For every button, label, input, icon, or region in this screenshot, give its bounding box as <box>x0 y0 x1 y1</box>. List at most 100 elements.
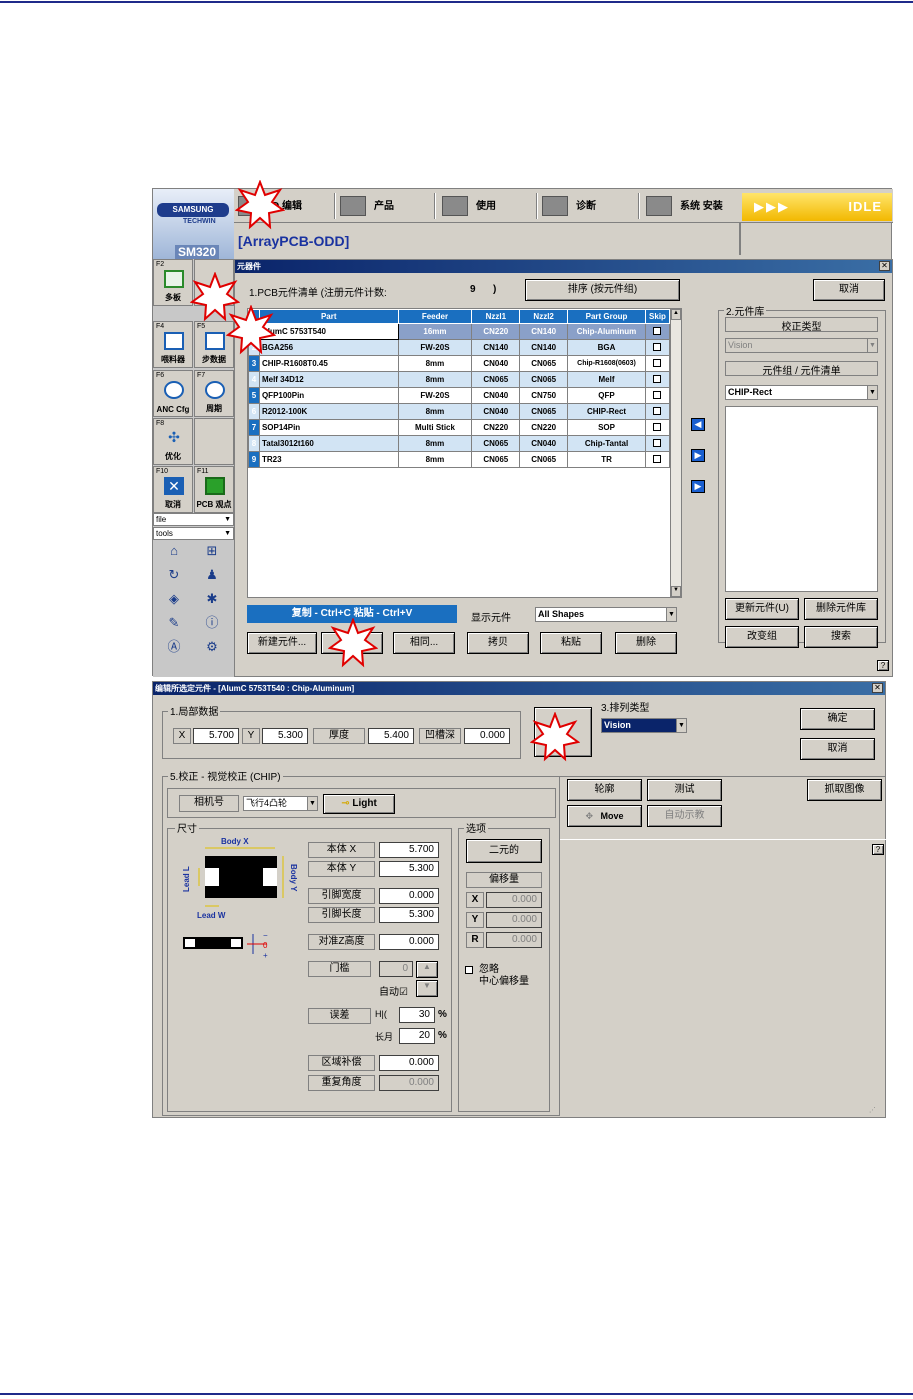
skip-checkbox[interactable] <box>653 454 662 463</box>
delete-button[interactable]: 删除 <box>615 632 677 654</box>
table-row[interactable]: 4 Melf 34D12 8mm CN065 CN065 Melf <box>248 371 671 388</box>
area-comp-field[interactable]: 0.000 <box>379 1055 439 1071</box>
error-length-field[interactable]: 20 <box>399 1028 435 1044</box>
close-icon[interactable]: ✕ <box>872 683 883 693</box>
camera-label: 相机号 <box>179 795 239 812</box>
pencil-icon[interactable]: ✎ <box>165 615 183 631</box>
table-row[interactable]: 2 BGA256 FW-20S CN140 CN140 BGA <box>248 339 671 356</box>
skip-checkbox[interactable] <box>653 326 662 335</box>
column-part-group[interactable]: Part Group <box>567 309 646 324</box>
column-nozzle2[interactable]: Nzzl2 <box>519 309 569 324</box>
camera-select[interactable]: 飞行4凸轮 ▼ <box>243 796 318 811</box>
groove-depth-field[interactable]: 0.000 <box>464 728 510 744</box>
skip-checkbox[interactable] <box>653 374 662 383</box>
target-icon[interactable]: ⊞ <box>203 543 221 559</box>
help-icon[interactable]: ? <box>872 844 884 855</box>
scroll-down-icon[interactable]: ▼ <box>671 586 681 597</box>
multiboard-icon <box>164 270 184 288</box>
column-feeder[interactable]: Feeder <box>397 309 473 324</box>
info-icon[interactable]: ⓘ <box>203 615 221 631</box>
toolbar-product[interactable]: 产品 <box>340 193 394 221</box>
binary-button[interactable]: 二元的 <box>466 839 542 863</box>
auto-demo-button: 自动示教 <box>647 805 722 827</box>
toolbar-diagnose[interactable]: 诊断 <box>542 193 596 221</box>
search-button[interactable]: 搜索 <box>804 626 878 648</box>
sort-type-select[interactable]: Vision ▼ <box>601 718 687 733</box>
table-row[interactable]: 5 QFP100Pin FW-20S CN040 CN750 QFP <box>248 387 671 404</box>
group-select[interactable]: CHIP-Rect ▼ <box>725 385 878 400</box>
align-z-height-field[interactable]: 0.000 <box>379 934 439 950</box>
ignore-center-offset-checkbox[interactable] <box>465 966 473 974</box>
error-width-field[interactable]: 30 <box>399 1007 435 1023</box>
table-row[interactable]: 9 TR23 8mm CN065 CN065 TR <box>248 451 671 468</box>
fkey-f11-pcb-view[interactable]: F11 PCB 观点 <box>194 466 234 513</box>
library-part-list[interactable] <box>725 406 878 592</box>
table-row[interactable]: 6 R2012-100K 8mm CN040 CN065 CHIP-Rect <box>248 403 671 420</box>
column-skip[interactable]: Skip <box>644 309 671 324</box>
close-icon[interactable]: ✕ <box>879 261 890 271</box>
skip-checkbox[interactable] <box>653 342 662 351</box>
delete-library-button[interactable]: 删除元件库 <box>804 598 878 620</box>
settings-a-icon[interactable]: Ⓐ <box>165 639 183 655</box>
column-nozzle1[interactable]: Nzzl1 <box>471 309 521 324</box>
rotate-icon[interactable]: ↻ <box>165 567 183 583</box>
conveyor-icon[interactable]: ◈ <box>165 591 183 607</box>
light-button[interactable]: ⊸ Light <box>323 794 395 814</box>
lead-width-field[interactable]: 0.000 <box>379 888 439 904</box>
move-button[interactable]: ✥ Move <box>567 805 642 827</box>
lead-length-field[interactable]: 5.300 <box>379 907 439 923</box>
skip-checkbox[interactable] <box>653 438 662 447</box>
table-scrollbar[interactable]: ▲ ▼ <box>670 309 681 597</box>
body-x-field[interactable]: 5.700 <box>379 842 439 858</box>
new-part-button[interactable]: 新建元件... <box>247 632 317 654</box>
help-icon[interactable]: ? <box>877 660 889 671</box>
axis-icon[interactable]: ✱ <box>203 591 221 607</box>
test-button[interactable]: 测试 <box>647 779 722 801</box>
auto-checkbox[interactable]: 自动☑ <box>379 983 408 998</box>
update-part-button[interactable]: 更新元件(U) <box>725 598 799 620</box>
edit-cancel-button[interactable]: 取消 <box>800 738 875 760</box>
fkey-f10-cancel[interactable]: F10 ✕ 取消 <box>153 466 193 513</box>
skip-checkbox[interactable] <box>653 358 662 367</box>
x-field[interactable]: 5.700 <box>193 728 239 744</box>
outline-button[interactable]: 轮廓 <box>567 779 642 801</box>
arrow-right-all-icon[interactable]: ▶ <box>691 480 705 493</box>
fkey-f2-multiboard[interactable]: F2 多板 <box>153 259 193 306</box>
table-row[interactable]: 1 AlumC 5753T540 16mm CN220 CN140 Chip-A… <box>248 323 671 340</box>
toolbar-use[interactable]: 使用 <box>442 193 496 221</box>
skip-checkbox[interactable] <box>653 422 662 431</box>
fkey-f6-anc-cfg[interactable]: F6 ANC Cfg <box>153 370 193 417</box>
skip-checkbox[interactable] <box>653 406 662 415</box>
operator-icon[interactable]: ♟ <box>203 567 221 583</box>
fkey-f8-optimize[interactable]: F8 ✣ 优化 <box>153 418 193 465</box>
gear-icon[interactable]: ⚙ <box>203 639 221 655</box>
body-y-field[interactable]: 5.300 <box>379 861 439 877</box>
capture-image-button[interactable]: 抓取图像 <box>807 779 882 801</box>
fkey-f7-cycle[interactable]: F7 周期 <box>194 370 234 417</box>
same-button[interactable]: 相同... <box>393 632 455 654</box>
part-name-cell[interactable]: AlumC 5753T540 <box>258 323 399 340</box>
paste-button[interactable]: 粘贴 <box>540 632 602 654</box>
file-dropdown[interactable]: file <box>153 513 234 526</box>
table-row[interactable]: 7 SOP14Pin Multi Stick CN220 CN220 SOP <box>248 419 671 436</box>
show-parts-select[interactable]: All Shapes ▼ <box>535 607 677 622</box>
y-field[interactable]: 5.300 <box>262 728 308 744</box>
table-row[interactable]: 3 CHIP-R1608T0.45 8mm CN040 CN065 Chip-R… <box>248 355 671 372</box>
arrow-left-icon[interactable]: ◀ <box>691 418 705 431</box>
scroll-up-icon[interactable]: ▲ <box>671 309 681 320</box>
thickness-field[interactable]: 5.400 <box>368 728 414 744</box>
tools-dropdown[interactable]: tools <box>153 527 234 540</box>
column-part[interactable]: Part <box>258 309 399 324</box>
copy-button[interactable]: 拷贝 <box>467 632 529 654</box>
parts-cancel-button[interactable]: 取消 <box>813 279 885 301</box>
home-icon[interactable]: ⌂ <box>165 543 183 559</box>
resize-grip-icon[interactable]: ⋰ <box>869 1106 883 1116</box>
arrow-right-icon[interactable]: ▶ <box>691 449 705 462</box>
change-group-button[interactable]: 改变组 <box>725 626 799 648</box>
fkey-f4-feeder[interactable]: F4 喂料器 <box>153 321 193 368</box>
toolbar-system-setup[interactable]: 系统 安装 <box>646 193 723 221</box>
ok-button[interactable]: 确定 <box>800 708 875 730</box>
skip-checkbox[interactable] <box>653 390 662 399</box>
table-row[interactable]: 8 Tatal3012t160 8mm CN065 CN040 Chip-Tan… <box>248 435 671 452</box>
sort-by-group-button[interactable]: 排序 (按元件组) <box>525 279 680 301</box>
